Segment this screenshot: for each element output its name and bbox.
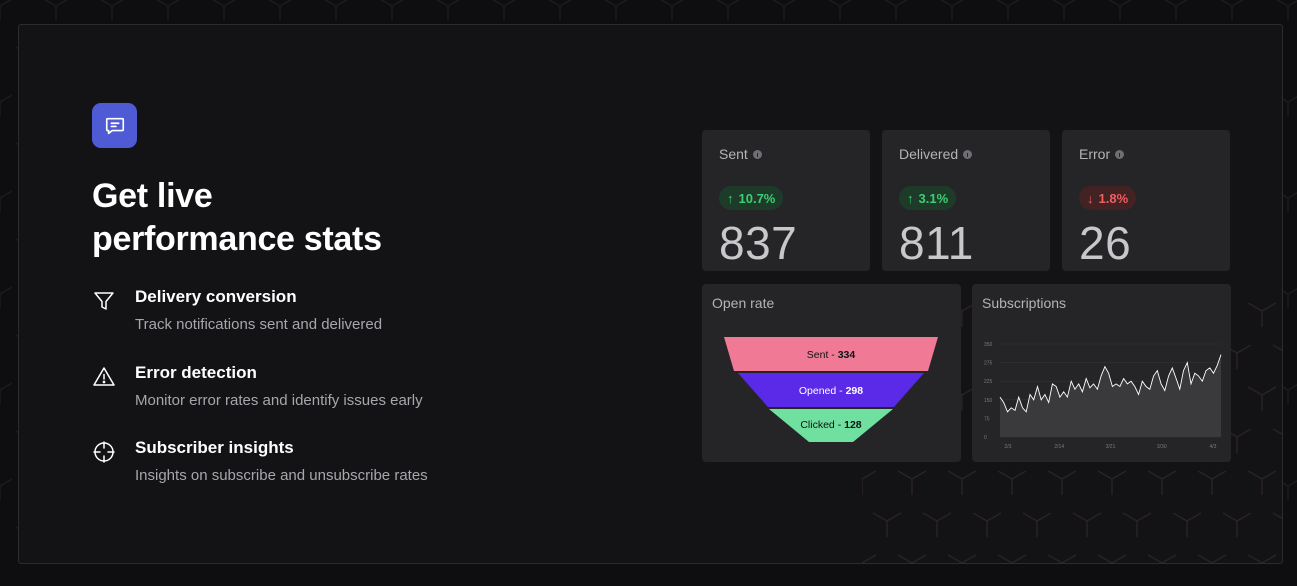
stat-card-error: Error ↓ 1.8% 26: [1062, 130, 1230, 271]
subscriptions-panel: Subscriptions 350 275 225 150 75 0 2/3 2/14 3/21…: [972, 284, 1231, 462]
stat-card-sent: Sent ↑ 10.7% 837: [702, 130, 870, 271]
stat-card-delivered: Delivered ↑ 3.1% 811: [882, 130, 1050, 271]
info-icon[interactable]: [752, 149, 762, 159]
x-tick-label: 3/21: [1106, 444, 1116, 450]
title-line-1: Get live: [92, 177, 213, 215]
stat-value: 26: [1079, 217, 1132, 269]
change-value: 10.7%: [738, 190, 776, 206]
open-rate-panel: Open rate Sent - 334 Opened - 298 Clicke…: [702, 284, 961, 462]
funnel-icon: [94, 292, 114, 310]
funnel-label-sent: Sent - 334: [807, 349, 856, 361]
feature-delivery-conversion: Delivery conversion Track notifications …: [92, 287, 592, 347]
open-rate-funnel: Sent - 334 Opened - 298 Clicked - 128: [724, 337, 938, 442]
stat-value: 837: [719, 217, 798, 269]
feature-card: Get live performance stats Delivery conv…: [18, 24, 1283, 564]
title-line-2: performance stats: [92, 220, 382, 258]
feature-description: Monitor error rates and identify issues …: [135, 392, 423, 409]
x-tick-label: 4/3: [1210, 444, 1217, 450]
arrow-up-icon: ↑: [727, 190, 734, 206]
feature-error-detection: Error detection Monitor error rates and …: [92, 363, 592, 423]
y-tick-label: 150: [984, 398, 993, 404]
warning-triangle-icon: [93, 367, 115, 386]
change-badge: ↑ 3.1%: [899, 186, 957, 210]
feature-title: Subscriber insights: [135, 438, 294, 457]
subscriptions-chart: 350 275 225 150 75 0 2/3 2/14 3/21 3/30 4/3: [984, 342, 1222, 450]
change-value: 1.8%: [1098, 190, 1129, 206]
page-title: Get live performance stats: [92, 175, 512, 261]
stat-label: Error: [1079, 146, 1111, 162]
funnel-label-opened: Opened - 298: [799, 385, 863, 397]
stat-label: Sent: [719, 146, 748, 162]
feature-subscriber-insights: Subscriber insights Insights on subscrib…: [92, 438, 592, 498]
y-tick-label: 350: [984, 342, 993, 348]
x-tick-label: 3/30: [1157, 444, 1167, 450]
y-tick-label: 75: [984, 416, 990, 422]
panel-title: Open rate: [712, 295, 775, 311]
feature-description: Insights on subscribe and unsubscribe ra…: [135, 467, 428, 484]
feature-description: Track notifications sent and delivered: [135, 316, 383, 333]
x-tick-label: 2/14: [1054, 444, 1064, 450]
funnel-label-clicked: Clicked - 128: [800, 419, 861, 431]
change-value: 3.1%: [918, 190, 949, 206]
panel-title: Subscriptions: [982, 295, 1067, 311]
arrow-down-icon: ↓: [1087, 190, 1094, 206]
y-tick-label: 0: [984, 435, 987, 441]
y-tick-label: 275: [984, 361, 993, 367]
crosshair-icon: [93, 441, 115, 463]
arrow-up-icon: ↑: [907, 190, 914, 206]
info-icon[interactable]: [963, 149, 973, 159]
x-tick-label: 2/3: [1005, 444, 1012, 450]
stat-label: Delivered: [899, 146, 959, 162]
info-icon[interactable]: [1115, 149, 1125, 159]
feature-title: Error detection: [135, 363, 257, 382]
change-badge: ↓ 1.8%: [1079, 186, 1137, 210]
y-tick-label: 225: [984, 379, 993, 385]
feature-title: Delivery conversion: [135, 287, 297, 306]
chat-message-icon: [92, 103, 137, 148]
stat-value: 811: [899, 217, 974, 269]
change-badge: ↑ 10.7%: [719, 186, 784, 210]
